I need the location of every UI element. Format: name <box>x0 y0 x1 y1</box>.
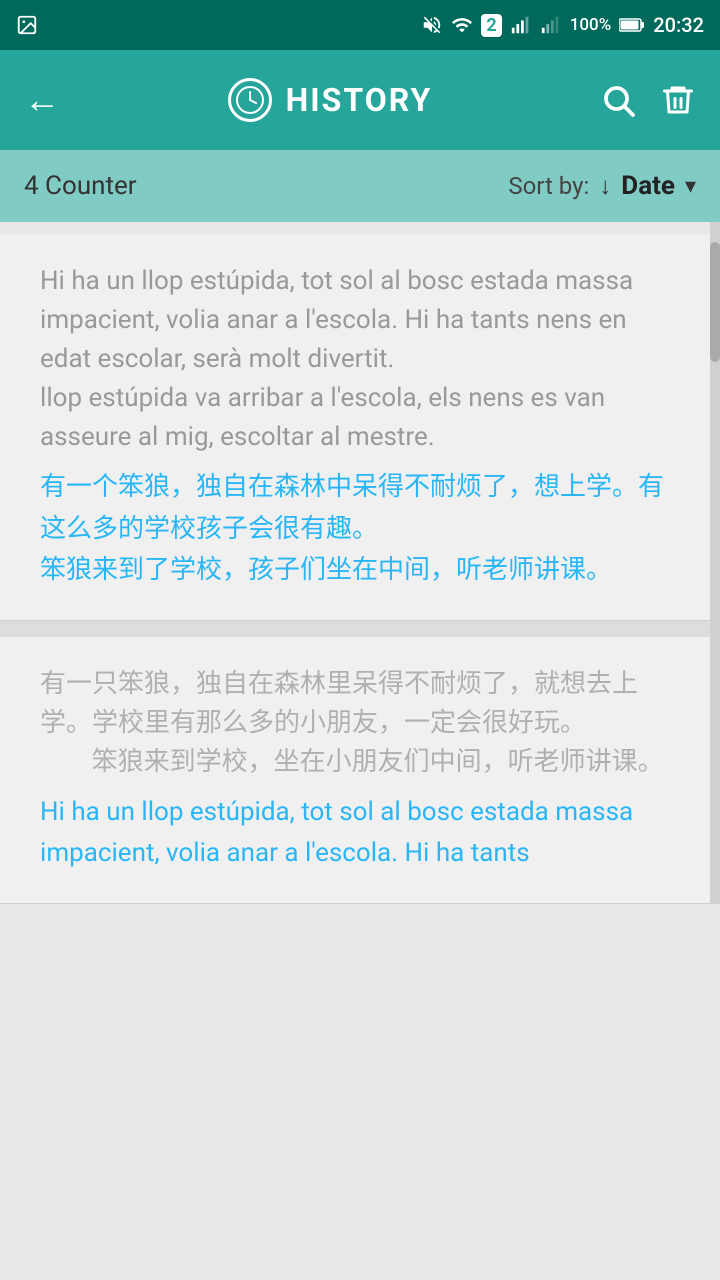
sort-controls[interactable]: Sort by: ↓ Date ▾ <box>508 171 696 201</box>
content-area: Hi ha un llop estúpida, tot sol al bosc … <box>0 222 720 904</box>
delete-icon[interactable] <box>660 82 696 118</box>
item-divider <box>0 621 710 637</box>
mute-icon <box>421 14 443 36</box>
history-item-2-grey-text: 有一只笨狼，独自在森林里呆得不耐烦了，就想去上学。学校里有那么多的小朋友，一定会… <box>40 665 670 782</box>
sort-direction-icon[interactable]: ↓ <box>599 172 611 201</box>
app-bar: ← HISTORY <box>0 50 720 150</box>
scrollbar[interactable] <box>710 222 720 904</box>
app-bar-title: HISTORY <box>286 81 433 119</box>
search-icon[interactable] <box>600 82 636 118</box>
app-bar-center: HISTORY <box>228 78 433 122</box>
sort-value[interactable]: Date <box>621 171 675 201</box>
status-left-icons <box>16 14 38 36</box>
scrollbar-thumb[interactable] <box>710 242 720 362</box>
sort-bar: 4 Counter Sort by: ↓ Date ▾ <box>0 150 720 222</box>
sort-dropdown-icon[interactable]: ▾ <box>685 174 696 199</box>
history-item-1: Hi ha un llop estúpida, tot sol al bosc … <box>0 234 710 621</box>
photo-icon <box>16 14 38 36</box>
battery-icon <box>619 17 645 33</box>
wifi-icon <box>451 14 473 36</box>
status-bar: 2 100% 20:32 <box>0 0 720 50</box>
clock-icon <box>228 78 272 122</box>
back-button[interactable]: ← <box>24 79 60 121</box>
counter-label: 4 Counter <box>24 171 137 201</box>
sim-badge: 2 <box>481 14 501 37</box>
sort-by-label: Sort by: <box>508 172 589 200</box>
history-list: Hi ha un llop estúpida, tot sol al bosc … <box>0 222 710 904</box>
signal-icon <box>510 14 532 36</box>
history-item-1-blue-text: 有一个笨狼，独自在森林中呆得不耐烦了，想上学。有这么多的学校孩子会很有趣。笨狼来… <box>40 467 670 592</box>
history-item-2: 有一只笨狼，独自在森林里呆得不耐烦了，就想去上学。学校里有那么多的小朋友，一定会… <box>0 637 710 904</box>
status-right-icons: 2 100% 20:32 <box>421 13 704 37</box>
status-time: 20:32 <box>653 13 704 37</box>
history-item-1-grey-text: Hi ha un llop estúpida, tot sol al bosc … <box>40 262 670 457</box>
sim-signal-icon <box>540 14 562 36</box>
history-item-2-blue-text: Hi ha un llop estúpida, tot sol al bosc … <box>40 792 670 875</box>
battery-percent: 100% <box>570 15 612 35</box>
